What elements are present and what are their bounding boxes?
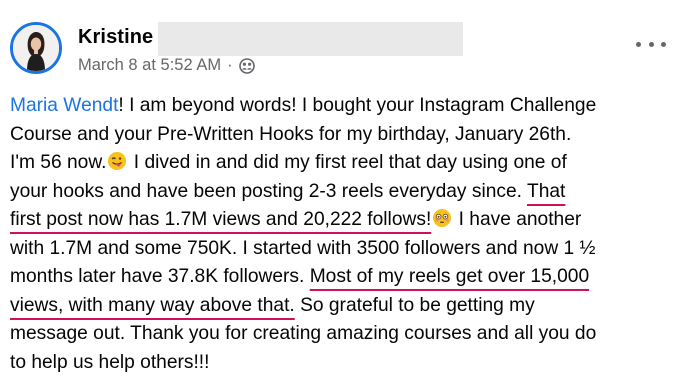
post-timestamp[interactable]: March 8 at 5:52 AM <box>78 56 221 75</box>
more-dot <box>648 41 654 47</box>
post-text: I have another <box>453 209 582 230</box>
post-body: Maria Wendt! I am beyond words! I bought… <box>10 92 674 377</box>
post-text: with 1.7M and some 750K. I started with … <box>10 237 596 259</box>
post-meta: March 8 at 5:52 AM · <box>78 56 255 75</box>
more-dot <box>636 41 641 47</box>
post-line: to help us help others!!! <box>10 349 674 378</box>
post-text: first post now has 1.7M views and 20,222… <box>10 209 432 230</box>
post-text: to help us help others!!! <box>10 351 210 373</box>
author-name[interactable]: Kristine <box>78 26 153 49</box>
post-text: months later have 37.8K followers. <box>10 266 310 287</box>
post-line: views, with many way above that. So grat… <box>10 292 674 321</box>
post-text: I dived in and did my first reel that da… <box>128 152 567 173</box>
post-text: So grateful to be getting my <box>294 294 535 316</box>
more-options-icon[interactable] <box>636 34 666 54</box>
mention-link[interactable]: Maria Wendt <box>10 95 118 116</box>
post-text: ! I am beyond words! I bought your Insta… <box>118 95 597 116</box>
post-line: I'm 56 now. I dived in and did my first … <box>10 149 674 178</box>
author-avatar[interactable] <box>10 22 62 74</box>
post-line: Course and your Pre-Written Hooks for my… <box>10 121 674 150</box>
post-line: Maria Wendt! I am beyond words! I bought… <box>10 92 674 121</box>
post-text: message out. Thank you for creating amaz… <box>10 323 597 344</box>
winking-tongue-emoji-icon <box>107 151 127 171</box>
highlighted-text: That <box>526 180 566 202</box>
flushed-face-emoji-icon <box>432 208 452 228</box>
post-line: with 1.7M and some 750K. I started with … <box>10 235 674 264</box>
post-line: your hooks and have been posting 2-3 ree… <box>10 178 674 207</box>
avatar-image <box>13 25 59 71</box>
post-text: your hooks and have been posting 2-3 ree… <box>10 180 527 202</box>
post-header: Kristine March 8 at 5:52 AM · <box>0 0 680 90</box>
highlighted-text: Most of my reels get over 15,000 <box>309 266 590 287</box>
friends-audience-icon[interactable] <box>238 57 255 74</box>
redacted-name-block <box>158 22 463 56</box>
post-line: months later have 37.8K followers. Most … <box>10 263 674 292</box>
post-line: first post now has 1.7M views and 20,222… <box>10 206 674 235</box>
meta-separator: · <box>227 56 233 74</box>
post-line: message out. Thank you for creating amaz… <box>10 320 674 349</box>
highlighted-text: first post now has 1.7M views and 20,222… <box>10 209 453 230</box>
highlighted-text: views, with many way above that. <box>10 294 295 316</box>
post-text: Course and your Pre-Written Hooks for my… <box>10 123 572 145</box>
post-text: I'm 56 now. <box>10 152 107 173</box>
more-dot <box>661 41 666 47</box>
